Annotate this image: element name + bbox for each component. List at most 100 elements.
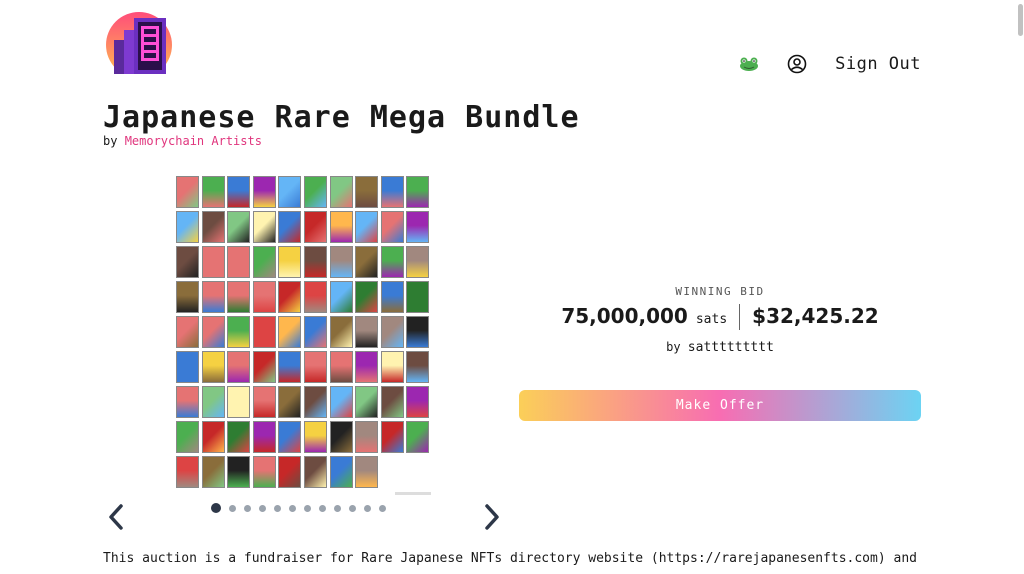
artist-byline: by Memorychain Artists (103, 134, 262, 148)
card-thumbnail (201, 176, 225, 208)
card-thumbnail (304, 316, 327, 348)
page-title: Japanese Rare Mega Bundle (103, 100, 580, 135)
divider (739, 304, 741, 330)
card-thumbnail (304, 386, 327, 418)
frog-icon[interactable] (739, 57, 759, 71)
site-logo[interactable] (104, 12, 174, 78)
auction-description: This auction is a fundraiser for Rare Ja… (103, 551, 917, 566)
card-thumbnail (355, 386, 379, 418)
card-thumbnail (355, 246, 379, 278)
card-thumbnail (201, 316, 225, 348)
card-thumbnail (406, 351, 430, 383)
card-thumbnail (380, 211, 404, 243)
card-thumbnail (227, 456, 251, 488)
image-watermark (395, 492, 431, 495)
card-thumbnail (278, 211, 302, 243)
card-thumbnail (380, 246, 404, 278)
card-thumbnail (278, 176, 302, 208)
card-thumbnail (304, 351, 327, 383)
carousel-dot[interactable] (319, 504, 326, 512)
user-profile-icon[interactable] (787, 54, 807, 74)
carousel-dot[interactable] (349, 504, 356, 512)
chevron-left-icon[interactable] (106, 503, 128, 531)
card-thumbnail (227, 351, 251, 383)
carousel-dot[interactable] (259, 504, 266, 512)
card-thumbnail (278, 421, 302, 453)
card-thumbnail (227, 316, 251, 348)
card-thumbnail (355, 421, 379, 453)
card-thumbnail (406, 316, 430, 348)
card-thumbnail (227, 246, 251, 278)
chevron-right-icon[interactable] (480, 503, 502, 531)
card-thumbnail (201, 281, 225, 313)
card-thumbnail (252, 246, 276, 278)
carousel-dot[interactable] (364, 504, 371, 512)
card-thumbnail (355, 176, 379, 208)
card-thumbnail (380, 176, 404, 208)
card-thumbnail (406, 246, 430, 278)
card-thumbnail (329, 456, 353, 488)
bundle-image (176, 176, 432, 492)
artist-link[interactable]: Memorychain Artists (125, 134, 262, 148)
carousel-dot[interactable] (334, 504, 341, 512)
card-thumbnail (380, 281, 404, 313)
card-thumbnail (278, 386, 302, 418)
card-thumbnail (176, 211, 199, 243)
sign-out-link[interactable]: Sign Out (835, 54, 921, 74)
carousel-dot[interactable] (274, 504, 281, 512)
card-thumbnail (201, 211, 225, 243)
card-thumbnail (252, 211, 276, 243)
card-thumbnail (329, 281, 353, 313)
card-thumbnail (329, 246, 353, 278)
card-thumbnail (201, 456, 225, 488)
card-thumbnail (329, 351, 353, 383)
card-thumbnail (278, 281, 302, 313)
card-thumbnail (304, 246, 327, 278)
scrollbar-thumb[interactable] (1018, 4, 1023, 36)
card-thumbnail (176, 351, 199, 383)
card-thumbnail (329, 421, 353, 453)
bidder-prefix: by (666, 340, 681, 354)
card-thumbnail (176, 281, 199, 313)
card-thumbnail (406, 176, 430, 208)
card-thumbnail (304, 176, 327, 208)
card-thumbnail (278, 246, 302, 278)
carousel-dot[interactable] (211, 503, 221, 513)
card-thumbnail (355, 316, 379, 348)
carousel-dot[interactable] (289, 504, 296, 512)
card-thumbnail (176, 316, 199, 348)
card-thumbnail (227, 421, 251, 453)
card-thumbnail (252, 316, 276, 348)
carousel-dot[interactable] (229, 504, 236, 512)
top-nav: Sign Out (739, 54, 921, 74)
card-thumbnail (252, 351, 276, 383)
card-thumbnail (201, 386, 225, 418)
card-thumbnail (176, 456, 199, 488)
card-thumbnail (252, 386, 276, 418)
card-thumbnail (355, 351, 379, 383)
card-thumbnail (329, 316, 353, 348)
card-thumbnail (304, 211, 327, 243)
carousel-dot[interactable] (304, 504, 311, 512)
carousel-dots (211, 503, 386, 513)
card-thumbnail (278, 351, 302, 383)
sats-unit: sats (695, 312, 728, 327)
bid-usd: $32,425.22 (752, 304, 879, 328)
make-offer-button[interactable]: Make Offer (519, 390, 921, 421)
card-thumbnail (252, 456, 276, 488)
carousel-dot[interactable] (244, 504, 251, 512)
bid-amounts: 75,000,000 sats $32,425.22 (519, 304, 921, 330)
card-thumbnail (380, 316, 404, 348)
carousel-dot[interactable] (379, 504, 386, 512)
card-thumbnail (355, 456, 379, 488)
page-scrollbar[interactable] (1016, 0, 1024, 574)
card-thumbnail (304, 421, 327, 453)
card-thumbnail (329, 386, 353, 418)
bidder-name[interactable]: sattttttttt (688, 340, 774, 355)
card-thumbnail (406, 421, 430, 453)
card-thumbnail (176, 176, 199, 208)
card-thumbnail (406, 211, 430, 243)
card-thumbnail (406, 386, 430, 418)
card-thumbnail (380, 351, 404, 383)
bid-sats: 75,000,000 (561, 304, 688, 328)
